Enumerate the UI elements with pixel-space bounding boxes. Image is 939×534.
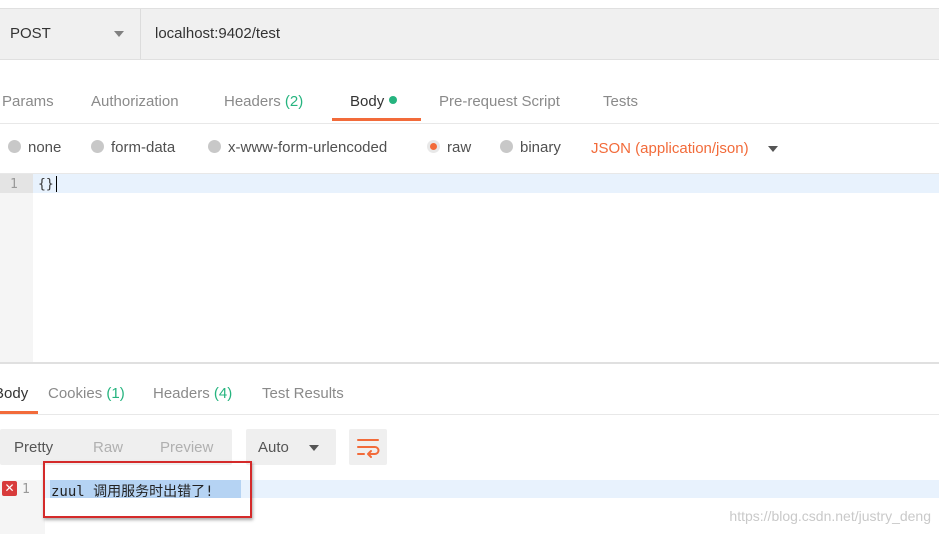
response-tab-cookies[interactable]: Cookies (1) (48, 385, 125, 402)
radio-binary[interactable]: binary (500, 139, 561, 161)
tab-headers[interactable]: Headers (2) (224, 93, 303, 110)
response-tab-test-results-label: Test Results (262, 385, 344, 402)
editor-code[interactable]: {} (38, 177, 54, 192)
tab-body-label: Body (350, 93, 385, 110)
radio-button-icon (91, 140, 104, 153)
pretty-button[interactable]: Pretty (14, 439, 53, 456)
tab-body[interactable]: Body (350, 93, 398, 110)
tab-pre-request-script-label: Pre-request Script (439, 93, 560, 110)
response-tab-test-results[interactable]: Test Results (262, 385, 344, 402)
tab-tests-label: Tests (603, 93, 639, 110)
radio-form-data-label: form-data (111, 139, 176, 156)
tab-headers-label: Headers (224, 93, 281, 110)
tab-tests[interactable]: Tests (603, 93, 638, 110)
method-label: POST (10, 25, 51, 42)
radio-urlencoded-label: x-www-form-urlencoded (228, 139, 388, 156)
tab-authorization[interactable]: Authorization (91, 93, 179, 110)
modified-dot-icon (389, 96, 398, 104)
radio-binary-label: binary (520, 139, 561, 156)
url-bar: POST localhost:9402/test (0, 8, 939, 60)
response-tab-headers-count: (4) (213, 385, 233, 402)
radio-raw[interactable]: raw (427, 139, 471, 161)
response-tab-cookies-count: (1) (106, 385, 125, 402)
radio-form-data[interactable]: form-data (91, 139, 175, 161)
watermark: https://blog.csdn.net/justry_deng (729, 508, 931, 524)
annotation-box (43, 461, 252, 518)
url-input[interactable]: localhost:9402/test (155, 25, 280, 42)
preview-button[interactable]: Preview (160, 439, 213, 456)
response-divider[interactable] (0, 362, 939, 364)
tab-pre-request-script[interactable]: Pre-request Script (439, 93, 560, 110)
response-tab-body-label: Body (0, 385, 29, 402)
wrap-lines-button[interactable] (349, 429, 387, 465)
radio-urlencoded[interactable]: x-www-form-urlencoded (208, 139, 387, 161)
editor-line-number: 1 (10, 177, 18, 192)
radio-none[interactable]: none (8, 139, 61, 161)
error-icon: ✕ (2, 481, 17, 496)
editor-gutter (0, 174, 33, 362)
radio-button-icon (8, 140, 21, 153)
tab-authorization-label: Authorization (91, 93, 179, 110)
wrap-lines-icon (357, 439, 380, 458)
radio-button-icon (208, 140, 221, 153)
radio-button-icon (500, 140, 513, 153)
radio-button-checked-icon (427, 140, 440, 153)
radio-raw-label: raw (447, 139, 472, 156)
response-tabs-divider (0, 414, 939, 415)
radio-none-label: none (28, 139, 62, 156)
chevron-down-icon[interactable] (768, 146, 778, 152)
text-cursor (56, 176, 57, 192)
active-tab-indicator (332, 118, 421, 121)
response-tab-cookies-label: Cookies (48, 385, 103, 402)
chevron-down-icon (309, 445, 319, 451)
response-line-number: 1 (22, 482, 30, 497)
method-select[interactable]: POST (0, 9, 141, 59)
tab-params-label: Params (2, 93, 54, 110)
tab-headers-count: (2) (284, 93, 304, 110)
tabs-divider (0, 123, 939, 124)
editor-active-line[interactable] (33, 174, 939, 193)
chevron-down-icon (114, 31, 124, 37)
response-tab-body[interactable]: Body (0, 385, 28, 402)
response-tab-headers[interactable]: Headers (4) (153, 385, 232, 402)
content-type-select[interactable]: JSON (application/json) (591, 140, 749, 157)
raw-button[interactable]: Raw (93, 439, 123, 456)
tab-params[interactable]: Params (2, 93, 54, 110)
response-tab-headers-label: Headers (153, 385, 210, 402)
format-select-label: Auto (258, 439, 289, 456)
